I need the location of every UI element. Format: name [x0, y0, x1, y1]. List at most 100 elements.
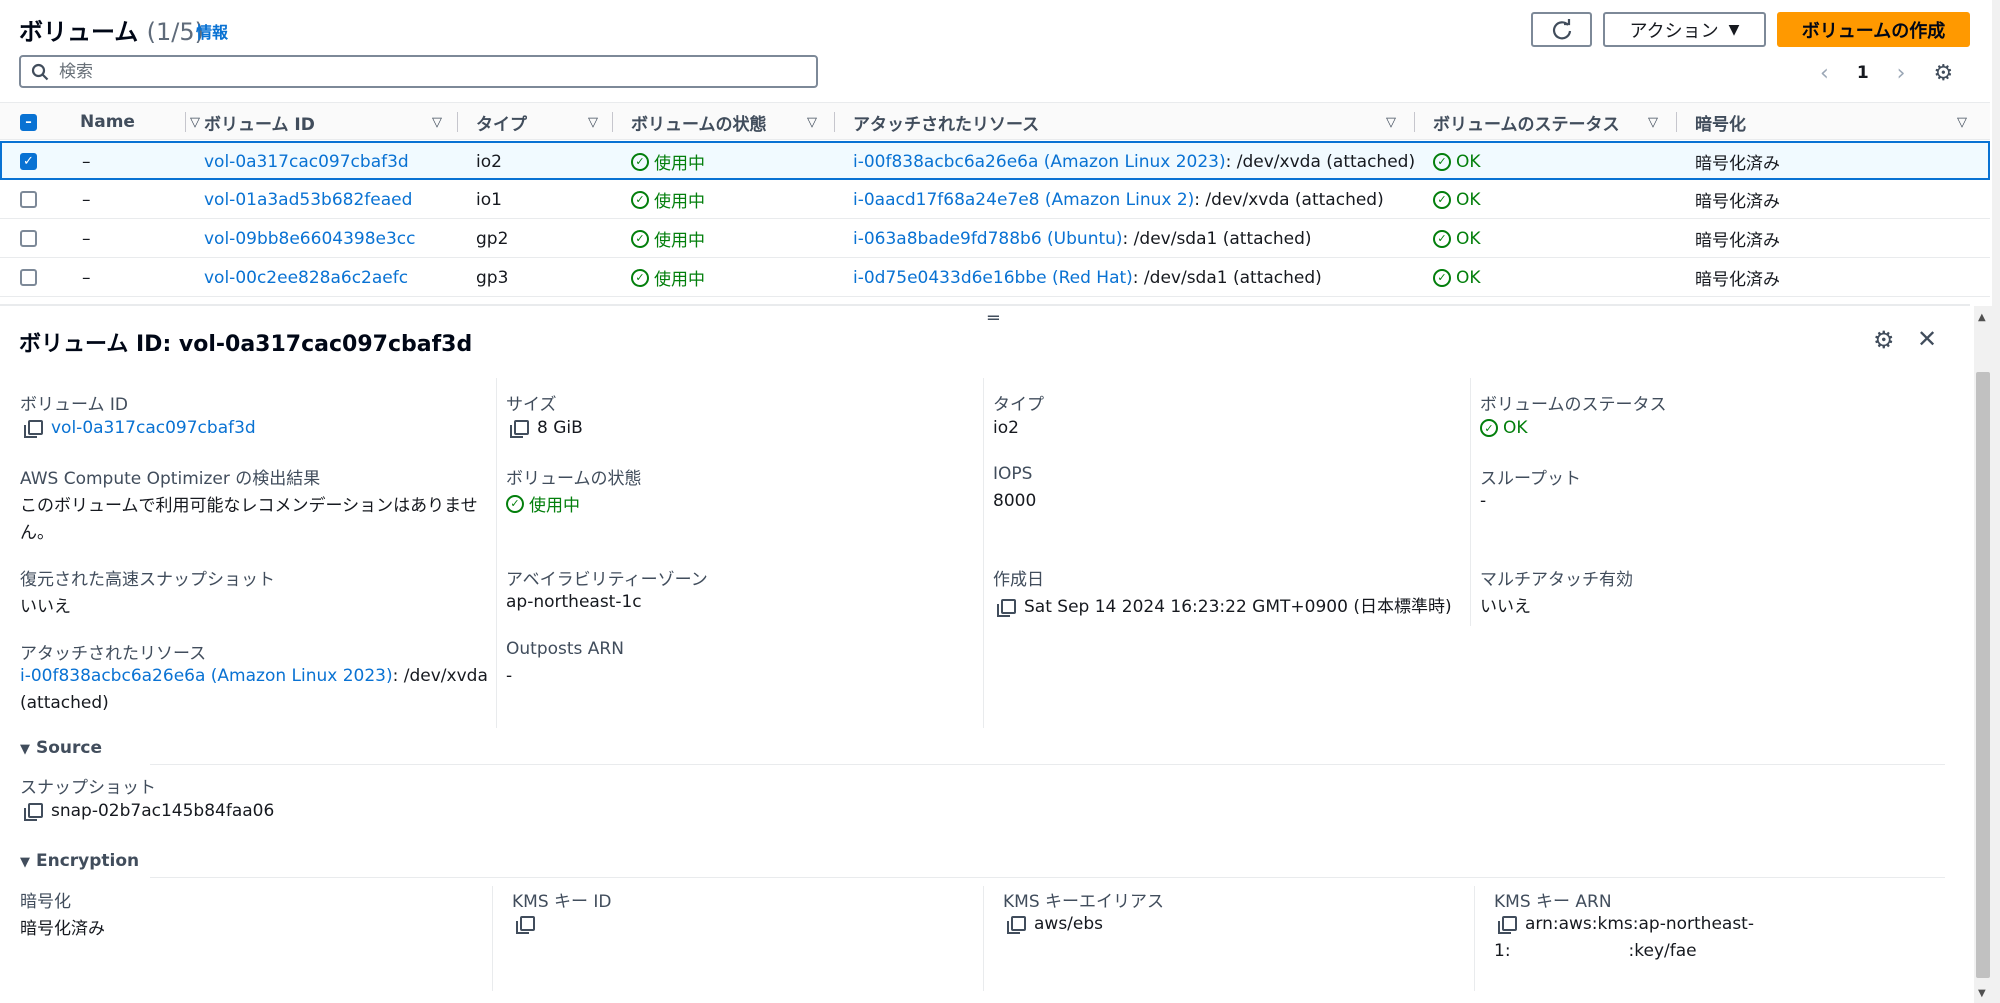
- volume-id-link[interactable]: vol-0a317cac097cbaf3d: [51, 418, 256, 438]
- volume-state-text: 使用中: [654, 231, 705, 251]
- actions-dropdown[interactable]: アクション ▼: [1603, 12, 1766, 47]
- copy-icon[interactable]: [24, 420, 43, 438]
- instance-link[interactable]: i-00f838acbc6a26e6a (Amazon Linux 2023): [853, 152, 1226, 172]
- copy-icon[interactable]: [24, 803, 43, 821]
- sort-icon[interactable]: ▽: [190, 115, 200, 130]
- sort-icon[interactable]: ▽: [588, 115, 598, 130]
- col-attached-label: アタッチされたリソース: [853, 114, 1040, 135]
- col-type-label: タイプ: [476, 114, 527, 135]
- column-divider[interactable]: [1414, 112, 1415, 132]
- settings-gear-icon[interactable]: ⚙: [1933, 61, 1953, 86]
- sort-icon[interactable]: ▽: [807, 115, 817, 130]
- attached-resource: i-063a8bade9fd788b6 (Ubuntu): /dev/sda1 …: [853, 220, 1312, 257]
- fsr-label: 復元された高速スナップショット: [20, 570, 275, 590]
- col-header-volume-id[interactable]: ボリューム ID ▽: [204, 103, 450, 141]
- volume-id-link[interactable]: vol-0a317cac097cbaf3d: [204, 143, 409, 180]
- col-header-name[interactable]: Name ▽: [80, 103, 208, 141]
- encryption-section-toggle[interactable]: ▼ Encryption: [20, 851, 139, 871]
- outposts-label: Outposts ARN: [506, 639, 624, 659]
- copy-icon[interactable]: [1498, 916, 1517, 934]
- col-header-type[interactable]: タイプ ▽: [476, 103, 606, 141]
- column-divider[interactable]: [834, 112, 835, 132]
- source-section-toggle[interactable]: ▼ Source: [20, 738, 102, 758]
- next-page-icon[interactable]: ›: [1897, 61, 1906, 86]
- sort-icon[interactable]: ▽: [1957, 115, 1967, 130]
- created-text: Sat Sep 14 2024 16:23:22 GMT+0900 (日本標準時…: [1024, 597, 1452, 617]
- sort-icon[interactable]: ▽: [432, 115, 442, 130]
- copy-icon[interactable]: [516, 916, 535, 934]
- caret-down-icon: ▼: [20, 855, 30, 870]
- throughput-value: -: [1480, 491, 1487, 511]
- copy-icon[interactable]: [1007, 916, 1026, 934]
- page-number[interactable]: 1: [1857, 63, 1869, 83]
- type-value: io2: [993, 418, 1019, 438]
- iops-value: 8000: [993, 491, 1037, 511]
- volume-id-link[interactable]: vol-00c2ee828a6c2aefc: [204, 259, 408, 296]
- kms-alias-label: KMS キーエイリアス: [1003, 892, 1165, 912]
- column-divider[interactable]: [185, 112, 186, 132]
- row-checkbox[interactable]: [20, 230, 37, 247]
- col-encryption-label: 暗号化: [1695, 114, 1746, 135]
- kms-arn-key: :key/fae: [1628, 941, 1697, 961]
- table-row[interactable]: ✓ – vol-0a317cac097cbaf3d io2 ✓ 使用中 i-00f…: [0, 141, 1990, 180]
- column-divider[interactable]: [612, 112, 613, 132]
- page-scrollbar[interactable]: [1992, 0, 2000, 1003]
- instance-link[interactable]: i-063a8bade9fd788b6 (Ubuntu): [853, 229, 1123, 249]
- pagination: ‹ 1 › ⚙: [1820, 58, 2000, 88]
- encryption: 暗号化済み: [1695, 154, 1780, 174]
- refresh-button[interactable]: [1531, 12, 1592, 47]
- row-checkbox[interactable]: [20, 191, 37, 208]
- prev-page-icon[interactable]: ‹: [1820, 61, 1829, 86]
- instance-link[interactable]: i-0aacd17f68a24e7e8 (Amazon Linux 2): [853, 190, 1194, 210]
- column-divider: [983, 378, 984, 728]
- column-divider[interactable]: [1676, 112, 1677, 132]
- scrollbar-thumb[interactable]: [1976, 372, 1990, 978]
- row-checkbox[interactable]: [20, 269, 37, 286]
- col-header-state[interactable]: ボリュームの状態 ▽: [631, 103, 825, 141]
- volume-status-text: OK: [1456, 228, 1481, 249]
- select-all-checkbox[interactable]: –: [20, 113, 37, 131]
- column-divider: [1474, 886, 1475, 991]
- search-field[interactable]: [19, 55, 818, 88]
- table-row[interactable]: – vol-09bb8e6604398e3cc gp2 ✓ 使用中 i-063a8…: [0, 219, 1990, 258]
- panel-settings-gear-icon[interactable]: ⚙: [1873, 326, 1895, 354]
- sort-icon[interactable]: ▽: [1648, 115, 1658, 130]
- table-row[interactable]: – vol-01a3ad53b682feaed io1 ✓ 使用中 i-0aacd…: [0, 180, 1990, 219]
- search-input[interactable]: [59, 61, 779, 82]
- table-row[interactable]: – vol-00c2ee828a6c2aefc gp3 ✓ 使用中 i-0d75e…: [0, 258, 1990, 297]
- size-value: 8 GiB: [510, 418, 583, 438]
- copy-icon[interactable]: [510, 420, 529, 438]
- check-circle-icon: ✓: [1433, 229, 1451, 248]
- row-name: –: [82, 189, 91, 210]
- close-icon[interactable]: ✕: [1917, 325, 1937, 353]
- optimizer-value-line1: このボリュームで利用可能なレコメンデーションはありませ: [20, 496, 478, 516]
- row-name: –: [82, 151, 91, 172]
- col-header-status[interactable]: ボリュームのステータス ▽: [1433, 103, 1666, 141]
- info-link[interactable]: 情報: [196, 19, 228, 43]
- instance-link[interactable]: i-0d75e0433d6e16bbe (Red Hat): [853, 268, 1133, 288]
- volume-status-text: OK: [1456, 151, 1481, 172]
- scroll-up-icon[interactable]: ▲: [1978, 312, 1986, 323]
- column-divider[interactable]: [457, 112, 458, 132]
- instance-link[interactable]: i-00f838acbc6a26e6a (Amazon Linux 2023): [20, 666, 393, 686]
- sort-icon[interactable]: ▽: [1386, 115, 1396, 130]
- check-circle-icon: ✓: [631, 152, 649, 171]
- attached-resources-value: i-00f838acbc6a26e6a (Amazon Linux 2023):…: [20, 666, 488, 686]
- volume-id-link[interactable]: vol-09bb8e6604398e3cc: [204, 220, 416, 257]
- create-volume-button[interactable]: ボリュームの作成: [1777, 12, 1970, 47]
- check-circle-icon: ✓: [1433, 190, 1451, 209]
- drag-handle-icon[interactable]: ═: [988, 308, 999, 329]
- attached-resource: i-00f838acbc6a26e6a (Amazon Linux 2023):…: [853, 143, 1415, 180]
- volume-id-label: ボリューム ID: [20, 395, 128, 415]
- col-header-encryption[interactable]: 暗号化 ▽: [1695, 103, 1975, 141]
- encryption: 暗号化済み: [1695, 270, 1780, 290]
- select-all-cell[interactable]: –: [20, 103, 37, 141]
- row-name: –: [82, 228, 91, 249]
- scroll-down-icon[interactable]: ▼: [1978, 988, 1986, 999]
- volume-status: ✓ OK: [1433, 259, 1481, 296]
- row-checkbox[interactable]: ✓: [20, 153, 37, 170]
- col-header-attached[interactable]: アタッチされたリソース ▽: [853, 103, 1404, 141]
- fsr-value: いいえ: [20, 597, 71, 617]
- copy-icon[interactable]: [997, 599, 1016, 617]
- volume-id-link[interactable]: vol-01a3ad53b682feaed: [204, 181, 412, 218]
